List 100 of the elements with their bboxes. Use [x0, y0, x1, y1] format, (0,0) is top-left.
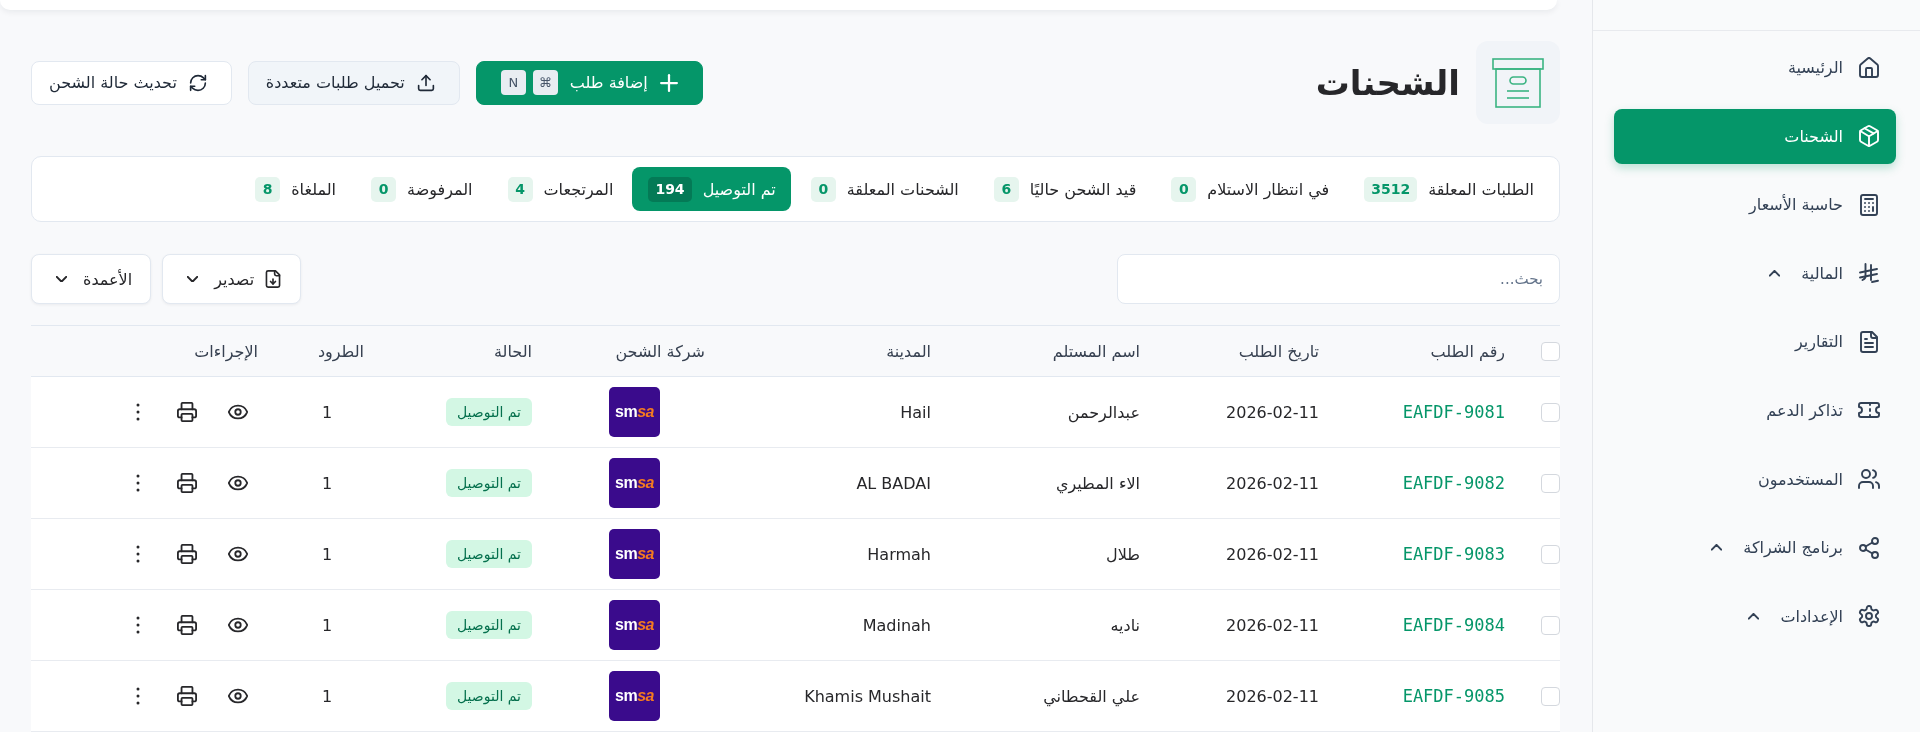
sidebar-item[interactable]: الشحنات	[1614, 108, 1896, 164]
sidebar-item[interactable]: تذاكر الدعم	[1614, 382, 1896, 438]
printer-icon[interactable]	[177, 686, 197, 706]
table-cell: Madinah	[862, 615, 931, 635]
columns-button[interactable]: الأعمدة	[31, 254, 152, 304]
table-cell: Harmah	[867, 544, 931, 564]
more-menu-icon[interactable]	[136, 403, 140, 421]
table-cell: علي القحطاني	[1043, 686, 1140, 706]
count-badge: 3512	[1364, 176, 1418, 202]
table-cell: الاء المطيري	[1055, 473, 1140, 493]
column-header: الحالة	[494, 341, 532, 361]
sidebar-item[interactable]: الإعدادات	[1614, 588, 1896, 644]
chevron-up-icon	[1769, 270, 1781, 277]
settings-icon	[1858, 605, 1880, 628]
plus-icon	[659, 73, 678, 92]
column-header: المدينة	[886, 341, 931, 361]
carrier-logo: smsa	[609, 529, 660, 579]
row-checkbox[interactable]	[1541, 402, 1560, 422]
status-badge: تم التوصيل	[446, 398, 532, 426]
refresh-icon	[188, 73, 207, 92]
column-header: رقم الطلب	[1430, 341, 1505, 361]
table-cell: Hail	[900, 402, 931, 422]
status-badge: تم التوصيل	[446, 682, 532, 710]
count-badge: 0	[1171, 176, 1197, 202]
table-cell: 1	[321, 686, 333, 706]
carrier-logo: smsa	[609, 600, 660, 650]
status-badge: تم التوصيل	[446, 611, 532, 639]
table-cell: 2026-02-11	[1226, 473, 1319, 493]
eye-icon[interactable]	[228, 402, 248, 422]
sidebar-item[interactable]: حاسبة الأسعار	[1614, 177, 1896, 233]
row-checkbox[interactable]	[1541, 615, 1560, 635]
table-cell: 1	[321, 615, 333, 635]
eye-icon[interactable]	[228, 615, 248, 635]
more-menu-icon[interactable]	[136, 687, 140, 705]
count-badge: 8	[255, 176, 281, 202]
table-cell: 1	[321, 402, 333, 422]
printer-icon[interactable]	[177, 473, 197, 493]
status-badge: تم التوصيل	[446, 540, 532, 568]
printer-icon[interactable]	[177, 402, 197, 422]
chevron-down-icon	[56, 275, 67, 283]
table-cell: Khamis Mushait	[804, 686, 931, 706]
order-number-link[interactable]: EAFDF-9083	[1402, 544, 1505, 564]
column-header: تاريخ الطلب	[1238, 341, 1319, 361]
box-icon	[1858, 125, 1880, 148]
sidebar-item[interactable]: التقارير	[1614, 314, 1896, 370]
sidebar-item[interactable]: الرئيسية	[1614, 40, 1896, 95]
table-cell: طلال	[1106, 544, 1140, 564]
table-cell: عبدالرحمن	[1067, 402, 1140, 422]
carrier-logo: smsa	[609, 671, 660, 721]
sidebar-item[interactable]: برنامج الشراكة	[1614, 520, 1896, 576]
table-cell: 1	[321, 544, 333, 564]
count-badge: 0	[371, 176, 397, 202]
order-number-link[interactable]: EAFDF-9081	[1402, 402, 1505, 422]
page-title: الشحنات	[1315, 62, 1460, 103]
table-cell: AL BADAI	[856, 473, 931, 493]
order-number-link[interactable]: EAFDF-9084	[1402, 615, 1505, 635]
table-cell: 2026-02-11	[1226, 615, 1319, 635]
sidebar-item[interactable]: المالية	[1614, 245, 1896, 301]
table-cell: 2026-02-11	[1226, 544, 1319, 564]
more-menu-icon[interactable]	[136, 616, 140, 634]
carrier-logo: smsa	[609, 458, 660, 508]
count-badge: 0	[810, 176, 836, 202]
refresh-status-button[interactable]: تحديث حالة الشحن	[31, 60, 232, 105]
eye-icon[interactable]	[228, 473, 248, 493]
upload-icon	[416, 73, 435, 92]
order-number-link[interactable]: EAFDF-9082	[1402, 473, 1505, 493]
column-header: الطرود	[317, 341, 364, 361]
status-badge: تم التوصيل	[446, 469, 532, 497]
chevron-up-icon	[1711, 544, 1723, 551]
order-number-link[interactable]: EAFDF-9085	[1402, 686, 1505, 706]
shortcut-key: ⌘	[532, 70, 558, 95]
eye-icon[interactable]	[228, 544, 248, 564]
row-checkbox[interactable]	[1541, 473, 1560, 493]
document-icon	[1858, 330, 1880, 353]
home-icon	[1858, 56, 1880, 79]
carrier-logo: smsa	[609, 387, 660, 437]
printer-icon[interactable]	[177, 544, 197, 564]
chevron-down-icon	[187, 275, 199, 283]
sidebar-item[interactable]: المستخدمون	[1614, 451, 1896, 507]
more-menu-icon[interactable]	[136, 474, 140, 492]
more-menu-icon[interactable]	[136, 545, 140, 563]
search-field[interactable]: بحث...	[1117, 254, 1560, 304]
column-header: اسم المستلم	[1052, 341, 1140, 361]
table-cell: 2026-02-11	[1226, 686, 1319, 706]
upload-orders-button[interactable]: تحميل طلبات متعددة	[247, 60, 460, 105]
archive-icon	[1476, 41, 1560, 124]
select-all-checkbox[interactable]	[1541, 341, 1560, 361]
table-cell: 2026-02-11	[1226, 402, 1319, 422]
count-badge: 194	[648, 176, 692, 202]
count-badge: 4	[507, 176, 533, 202]
column-header: شركة الشحن	[615, 341, 705, 361]
column-header: الإجراءات	[194, 341, 258, 361]
export-button[interactable]: تصدير	[162, 254, 302, 304]
eye-icon[interactable]	[228, 686, 248, 706]
share-icon	[1858, 536, 1880, 559]
calculator-icon	[1858, 193, 1880, 216]
row-checkbox[interactable]	[1541, 686, 1560, 706]
printer-icon[interactable]	[177, 615, 197, 635]
currency-icon	[1858, 262, 1880, 285]
row-checkbox[interactable]	[1541, 544, 1560, 564]
